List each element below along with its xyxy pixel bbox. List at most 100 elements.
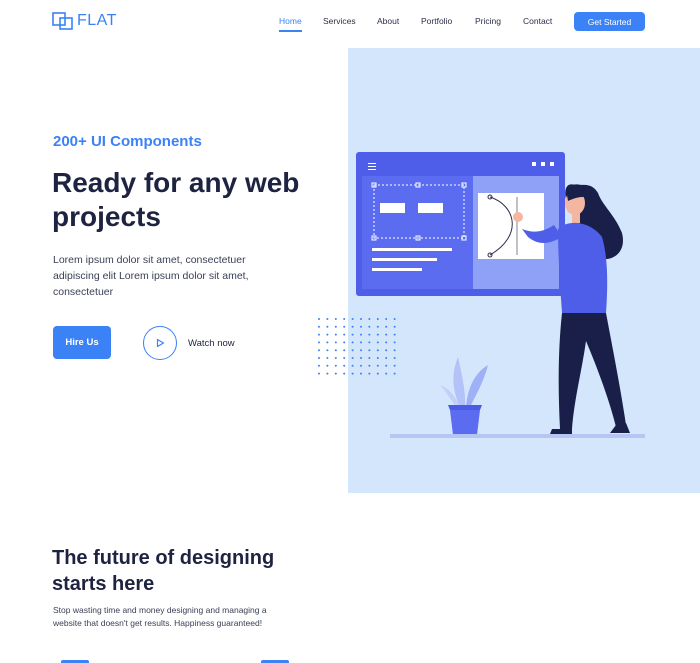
overlapping-squares-icon bbox=[52, 12, 73, 30]
decor-dot bbox=[326, 349, 329, 352]
watch-now-button[interactable]: Watch now bbox=[143, 326, 235, 360]
decor-dot bbox=[343, 372, 346, 375]
decor-dot bbox=[318, 349, 320, 352]
decor-dot bbox=[343, 325, 346, 328]
decor-dot bbox=[351, 318, 354, 320]
nav-item-portfolio[interactable]: Portfolio bbox=[421, 16, 452, 26]
active-nav-indicator bbox=[279, 30, 302, 32]
dot-pattern bbox=[318, 318, 396, 375]
nav-item-services[interactable]: Services bbox=[323, 16, 356, 26]
site-header: FLAT Home Services About Portfolio Prici… bbox=[0, 0, 700, 44]
decor-dot bbox=[318, 325, 320, 328]
brand-logo[interactable]: FLAT bbox=[52, 10, 117, 32]
decor-dot bbox=[368, 349, 371, 352]
decor-dot bbox=[351, 357, 354, 359]
decor-dot bbox=[326, 364, 329, 367]
hero-eyebrow: 200+ UI Components bbox=[53, 133, 202, 150]
decor-dot bbox=[326, 325, 329, 328]
decor-dot bbox=[385, 364, 388, 367]
decor-dot bbox=[393, 349, 396, 352]
decor-dot bbox=[376, 372, 379, 375]
decor-dot bbox=[385, 325, 388, 328]
decor-dot bbox=[393, 341, 396, 344]
decor-dot bbox=[326, 341, 329, 344]
decor-dot bbox=[334, 372, 337, 375]
decor-dot bbox=[360, 341, 362, 344]
section-description: Stop wasting time and money designing an… bbox=[53, 605, 267, 628]
get-started-button[interactable]: Get Started bbox=[574, 12, 645, 31]
nav-item-home[interactable]: Home bbox=[279, 16, 302, 26]
decor-dot bbox=[360, 318, 362, 320]
decor-dot bbox=[351, 364, 354, 367]
decor-dot bbox=[393, 364, 396, 367]
decor-dot bbox=[385, 318, 388, 320]
nav-item-contact[interactable]: Contact bbox=[523, 16, 552, 26]
decor-dot bbox=[376, 364, 379, 367]
decor-dot bbox=[343, 333, 346, 336]
decor-dot bbox=[360, 349, 362, 352]
decor-dot bbox=[376, 333, 379, 336]
hero-illustration bbox=[310, 145, 660, 445]
section-title: The future of designing starts here bbox=[52, 547, 275, 595]
decor-dot bbox=[326, 357, 329, 359]
decor-dot bbox=[376, 349, 379, 352]
decor-dot bbox=[351, 341, 354, 344]
decor-dot bbox=[376, 357, 379, 359]
decor-dot bbox=[318, 364, 320, 367]
nav-item-pricing[interactable]: Pricing bbox=[475, 16, 501, 26]
decor-dot bbox=[385, 341, 388, 344]
decor-dot bbox=[393, 333, 396, 336]
decor-dot bbox=[360, 372, 362, 375]
decor-dot bbox=[343, 357, 346, 359]
decor-dot bbox=[351, 349, 354, 352]
decor-dot bbox=[326, 318, 329, 320]
decor-dot bbox=[368, 364, 371, 367]
decor-dot bbox=[368, 341, 371, 344]
decor-dot bbox=[334, 341, 337, 344]
decor-dot bbox=[351, 372, 354, 375]
decor-dot bbox=[368, 318, 371, 320]
decor-dot bbox=[385, 357, 388, 359]
decor-dot bbox=[360, 325, 362, 328]
decor-dot bbox=[385, 333, 388, 336]
decor-dot bbox=[318, 357, 320, 359]
decor-dot bbox=[334, 325, 337, 328]
decor-dot bbox=[368, 325, 371, 328]
decor-dot bbox=[351, 333, 354, 336]
decor-dot bbox=[376, 318, 379, 320]
decor-dot bbox=[376, 325, 379, 328]
decor-dot bbox=[343, 349, 346, 352]
play-icon[interactable] bbox=[143, 326, 177, 360]
decor-dot bbox=[334, 333, 337, 336]
hero-title: Ready for any web projects bbox=[52, 167, 300, 232]
decor-dot bbox=[360, 364, 362, 367]
decor-dot bbox=[334, 357, 337, 359]
decor-dot bbox=[334, 364, 337, 367]
decor-dot bbox=[318, 372, 320, 375]
decor-dot bbox=[318, 333, 320, 336]
decor-dot bbox=[393, 372, 396, 375]
decor-dot bbox=[334, 349, 337, 352]
decor-dot bbox=[393, 318, 396, 320]
decor-dot bbox=[385, 349, 388, 352]
decor-dot bbox=[360, 357, 362, 359]
hero-description: Lorem ipsum dolor sit amet, consectetuer… bbox=[53, 254, 249, 298]
decor-dot bbox=[318, 341, 320, 344]
decor-dot bbox=[334, 318, 337, 320]
decor-dot bbox=[368, 357, 371, 359]
hire-us-button[interactable]: Hire Us bbox=[53, 326, 111, 359]
decor-dot bbox=[318, 318, 320, 320]
decor-dot bbox=[343, 341, 346, 344]
decor-dot bbox=[376, 341, 379, 344]
decor-dot bbox=[393, 357, 396, 359]
decor-dot bbox=[385, 372, 388, 375]
decor-dot bbox=[343, 318, 346, 320]
decor-dot bbox=[368, 333, 371, 336]
decor-dot bbox=[351, 325, 354, 328]
decor-dot bbox=[326, 372, 329, 375]
decor-dot bbox=[326, 333, 329, 336]
brand-name: FLAT bbox=[77, 12, 117, 29]
decor-dot bbox=[368, 372, 371, 375]
nav-item-about[interactable]: About bbox=[377, 16, 399, 26]
decor-dot bbox=[393, 325, 396, 328]
